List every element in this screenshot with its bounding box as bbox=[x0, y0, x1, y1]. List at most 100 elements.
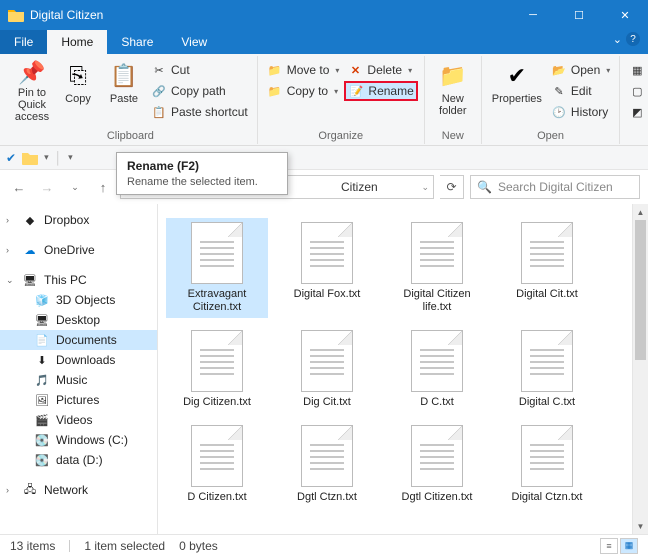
file-name: Dgtl Citizen.txt bbox=[402, 491, 473, 504]
file-name: Dig Citizen.txt bbox=[183, 396, 251, 409]
pictures-icon: 🖼 bbox=[34, 392, 50, 408]
qat-check-icon[interactable]: ✔ bbox=[6, 151, 16, 165]
ribbon-group-clipboard: 📌Pin to Quick access ⎘Copy 📋Paste ✂Cut 🔗… bbox=[4, 56, 258, 144]
close-button[interactable]: ✕ bbox=[602, 0, 648, 30]
delete-button[interactable]: ✕Delete▾ bbox=[344, 60, 417, 80]
copy-to-button[interactable]: 📁Copy to▾ bbox=[264, 81, 343, 101]
cut-button[interactable]: ✂Cut bbox=[148, 60, 251, 80]
history-button[interactable]: 🕑History bbox=[548, 102, 613, 122]
properties-button[interactable]: ✔Properties bbox=[488, 58, 546, 124]
sidebar-item-desktop[interactable]: 🖥Desktop bbox=[0, 310, 157, 330]
ribbon-toggle[interactable]: ⌄ ? bbox=[613, 32, 640, 46]
rename-icon: 📝 bbox=[348, 83, 364, 99]
cut-icon: ✂ bbox=[151, 62, 167, 78]
move-to-icon: 📁 bbox=[267, 62, 283, 78]
status-selection: 1 item selected bbox=[84, 539, 165, 553]
file-item[interactable]: Digital C.txt bbox=[496, 326, 598, 413]
breadcrumb[interactable]: Citizen bbox=[341, 180, 378, 194]
back-button[interactable]: ← bbox=[8, 176, 30, 198]
paste-button[interactable]: 📋Paste bbox=[102, 58, 146, 124]
sidebar-item-downloads[interactable]: ⬇Downloads bbox=[0, 350, 157, 370]
tab-share[interactable]: Share bbox=[107, 30, 167, 54]
scroll-down[interactable]: ▼ bbox=[633, 518, 648, 534]
search-icon: 🔍 bbox=[477, 180, 492, 194]
file-item[interactable]: Dgtl Citizen.txt bbox=[386, 421, 488, 508]
pc-icon: 🖥 bbox=[22, 272, 38, 288]
copy-button[interactable]: ⎘Copy bbox=[56, 58, 100, 124]
select-all-icon: ▦ bbox=[629, 62, 645, 78]
rename-button[interactable]: 📝Rename bbox=[344, 81, 417, 101]
sidebar-item-windows-c[interactable]: 💽Windows (C:) bbox=[0, 430, 157, 450]
status-count: 13 items bbox=[10, 539, 55, 553]
music-icon: 🎵 bbox=[34, 372, 50, 388]
sidebar-item-videos[interactable]: 🎬Videos bbox=[0, 410, 157, 430]
up-button[interactable]: ↑ bbox=[92, 176, 114, 198]
main-area: ›◆Dropbox ›☁OneDrive ⌄🖥This PC 🧊3D Objec… bbox=[0, 204, 648, 534]
file-item[interactable]: Dig Cit.txt bbox=[276, 326, 378, 413]
tab-home[interactable]: Home bbox=[47, 30, 107, 54]
sidebar-item-dropbox[interactable]: ›◆Dropbox bbox=[0, 210, 157, 230]
refresh-button[interactable]: ⟳ bbox=[440, 175, 464, 199]
file-item[interactable]: D Citizen.txt bbox=[166, 421, 268, 508]
select-all-button[interactable]: ▦Select all bbox=[626, 60, 648, 80]
forward-button[interactable]: → bbox=[36, 176, 58, 198]
sidebar-item-network[interactable]: ›🖧Network bbox=[0, 480, 157, 500]
delete-icon: ✕ bbox=[347, 62, 363, 78]
sidebar-item-data-d[interactable]: 💽data (D:) bbox=[0, 450, 157, 470]
pin-button[interactable]: 📌Pin to Quick access bbox=[10, 58, 54, 124]
sidebar-item-3dobjects[interactable]: 🧊3D Objects bbox=[0, 290, 157, 310]
window-title: Digital Citizen bbox=[30, 8, 103, 22]
file-item[interactable]: D C.txt bbox=[386, 326, 488, 413]
ribbon-tabs: File Home Share View ⌄ ? bbox=[0, 30, 648, 54]
file-item[interactable]: Digital Ctzn.txt bbox=[496, 421, 598, 508]
sidebar-item-music[interactable]: 🎵Music bbox=[0, 370, 157, 390]
copy-icon: ⎘ bbox=[62, 60, 94, 92]
tooltip-title: Rename (F2) bbox=[127, 159, 277, 173]
recent-button[interactable]: ⌄ bbox=[64, 176, 86, 198]
file-item[interactable]: Dig Citizen.txt bbox=[166, 326, 268, 413]
file-item[interactable]: Dgtl Ctzn.txt bbox=[276, 421, 378, 508]
minimize-button[interactable]: ─ bbox=[510, 0, 556, 30]
sidebar-item-thispc[interactable]: ⌄🖥This PC bbox=[0, 270, 157, 290]
file-item[interactable]: Digital Citizen life.txt bbox=[386, 218, 488, 318]
copy-path-button[interactable]: 🔗Copy path bbox=[148, 81, 251, 101]
ribbon-group-new: 📁New folder New bbox=[425, 56, 482, 144]
file-item[interactable]: Extravagant Citizen.txt bbox=[166, 218, 268, 318]
scroll-up[interactable]: ▲ bbox=[633, 204, 648, 220]
file-item[interactable]: Digital Fox.txt bbox=[276, 218, 378, 318]
new-folder-button[interactable]: 📁New folder bbox=[431, 58, 475, 124]
paste-shortcut-button[interactable]: 📋Paste shortcut bbox=[148, 102, 251, 122]
select-none-icon: ▢ bbox=[629, 83, 645, 99]
select-none-button[interactable]: ▢Select none bbox=[626, 81, 648, 101]
file-list[interactable]: Extravagant Citizen.txtDigital Fox.txtDi… bbox=[158, 204, 648, 534]
sidebar-item-pictures[interactable]: 🖼Pictures bbox=[0, 390, 157, 410]
desktop-icon: 🖥 bbox=[34, 312, 50, 328]
invert-icon: ◩ bbox=[629, 104, 645, 120]
sidebar-item-onedrive[interactable]: ›☁OneDrive bbox=[0, 240, 157, 260]
qat-folder-icon[interactable] bbox=[22, 151, 38, 165]
search-input[interactable]: 🔍 Search Digital Citizen bbox=[470, 175, 640, 199]
scrollbar[interactable]: ▲ ▼ bbox=[632, 204, 648, 534]
view-icons-button[interactable]: ▦ bbox=[620, 538, 638, 554]
navigation-pane[interactable]: ›◆Dropbox ›☁OneDrive ⌄🖥This PC 🧊3D Objec… bbox=[0, 204, 158, 534]
file-item[interactable]: Digital Cit.txt bbox=[496, 218, 598, 318]
file-icon bbox=[411, 330, 463, 392]
edit-button[interactable]: ✎Edit bbox=[548, 81, 613, 101]
sidebar-item-documents[interactable]: 📄Documents bbox=[0, 330, 157, 350]
tab-view[interactable]: View bbox=[167, 30, 221, 54]
file-icon bbox=[411, 425, 463, 487]
view-details-button[interactable]: ≡ bbox=[600, 538, 618, 554]
file-name: Digital Cit.txt bbox=[516, 288, 578, 301]
downloads-icon: ⬇ bbox=[34, 352, 50, 368]
scroll-thumb[interactable] bbox=[635, 220, 646, 360]
paste-icon: 📋 bbox=[108, 60, 140, 92]
file-name: Dig Cit.txt bbox=[303, 396, 351, 409]
maximize-button[interactable]: ☐ bbox=[556, 0, 602, 30]
open-button[interactable]: 📂Open▾ bbox=[548, 60, 613, 80]
dropbox-icon: ◆ bbox=[22, 212, 38, 228]
new-folder-icon: 📁 bbox=[437, 60, 469, 92]
ribbon-group-open: ✔Properties 📂Open▾ ✎Edit 🕑History Open bbox=[482, 56, 621, 144]
move-to-button[interactable]: 📁Move to▾ bbox=[264, 60, 343, 80]
invert-selection-button[interactable]: ◩Invert selection bbox=[626, 102, 648, 122]
tab-file[interactable]: File bbox=[0, 30, 47, 54]
